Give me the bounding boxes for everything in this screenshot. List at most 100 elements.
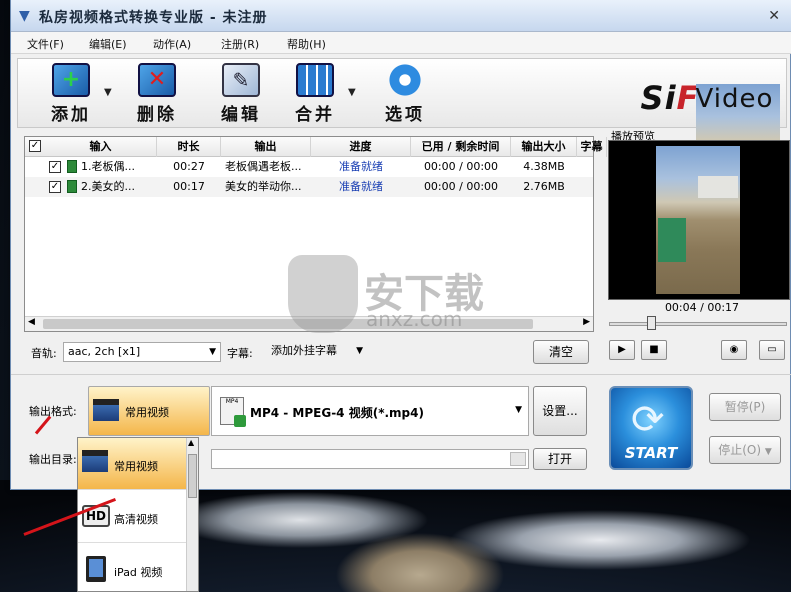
add-dropdown-icon[interactable]: ▼ [104,87,112,98]
row-checkbox[interactable]: ✓ [49,181,61,193]
row-duration: 00:17 [173,180,205,193]
add-button[interactable]: + 添加 [36,63,106,125]
chevron-down-icon: ▼ [515,405,522,415]
format-category-select[interactable]: 常用视频 ▼ [88,386,279,436]
shield-icon [288,255,358,333]
col-duration[interactable]: 时长 [157,137,221,157]
chevron-down-icon: ▼ [764,447,772,457]
playback-time: 00:04 / 00:17 [664,301,740,314]
col-time[interactable]: 已用 / 剩余时间 [411,137,511,157]
stop-preview-button[interactable]: ■ [641,340,667,360]
play-button[interactable]: ▶ [609,340,635,360]
edit-label: 编辑 [221,105,261,125]
select-all-checkbox[interactable]: ✓ [29,140,41,152]
output-dir-label: 输出目录: [29,453,77,466]
settings-button[interactable]: 设置... [533,386,587,436]
row-duration: 00:27 [173,160,205,173]
close-icon[interactable]: ✕ [768,8,780,24]
scroll-up-icon[interactable]: ▲ [188,438,194,447]
dropdown-scrollbar[interactable]: ▲ [186,438,198,591]
stop-icon: ■ [649,344,659,355]
film-icon [67,160,77,173]
add-film-icon: + [52,63,90,97]
title-bar: ▼ 私房视频格式转换专业版 - 未注册 ✕ [11,0,791,32]
row-size: 2.76MB [523,180,565,193]
film-icon [67,180,77,193]
menu-action[interactable]: 动作(A) [153,36,191,52]
row-output: 老板偶遇老板... [225,160,302,173]
window-mode-button[interactable]: ▭ [759,340,785,360]
row-output: 美女的举动你... [225,180,302,193]
col-progress[interactable]: 进度 [311,137,411,157]
watermark: 安下载 anxz.com [288,255,508,335]
row-checkbox[interactable]: ✓ [49,161,61,173]
app-logo-icon: ▼ [19,8,30,24]
app-window: ▼ 私房视频格式转换专业版 - 未注册 ✕ 文件(F) 编辑(E) 动作(A) … [10,0,791,490]
delete-film-icon: ✕ [138,63,176,97]
clapperboard-icon [82,450,108,472]
options-label: 选项 [385,105,425,125]
play-icon: ▶ [618,344,626,355]
divider [11,374,791,375]
output-dir-input[interactable] [211,449,529,469]
edit-button[interactable]: ✎ 编辑 [206,63,276,125]
ipad-icon [86,556,106,582]
row-status: 准备就绪 [339,180,383,193]
gear-icon [386,63,424,97]
chevron-down-icon: ▼ [209,347,216,357]
dropdown-scroll-thumb[interactable] [188,454,197,498]
table-row[interactable]: ✓ 1.老板偶... 00:27 老板偶遇老板... 准备就绪 00:00 / … [25,157,593,177]
merge-dropdown-icon[interactable]: ▼ [348,87,356,98]
merge-label: 合并 [295,105,335,125]
audio-track-select[interactable]: aac, 2ch [x1] ▼ [63,342,221,362]
subtitle-select[interactable]: 添加外挂字幕 ▼ [267,342,367,362]
open-button[interactable]: 打开 [533,448,587,470]
menu-file[interactable]: 文件(F) [27,36,64,52]
audio-label: 音轨: [31,347,57,360]
clapperboard-icon [93,399,119,421]
row-time: 00:00 / 00:00 [423,160,499,173]
snapshot-button[interactable]: ◉ [721,340,747,360]
row-time: 00:00 / 00:00 [423,180,499,193]
col-subtitle[interactable]: 字幕 [577,137,607,157]
seek-knob[interactable] [647,316,656,330]
stop-button[interactable]: 停止(O) ▼ [709,436,781,464]
menu-edit[interactable]: 编辑(E) [89,36,127,52]
col-output[interactable]: 输出 [221,137,311,157]
start-button[interactable]: ⟳ START [609,386,693,470]
seek-slider[interactable] [609,316,787,330]
mp4-file-icon: MP4 [220,397,246,427]
dropdown-item-common-video[interactable]: 常用视频 [78,438,188,490]
options-button[interactable]: 选项 [370,63,440,125]
preview-video [608,140,790,300]
pause-button[interactable]: 暂停(P) [709,393,781,421]
delete-button[interactable]: ✕ 删除 [122,63,192,125]
subtitle-label: 字幕: [227,347,253,360]
format-category-dropdown: 常用视频 HD 高清视频 iPad 视频 ▲ [77,437,199,592]
col-input[interactable]: 输入 [45,137,157,157]
dropdown-item-hd-video[interactable]: HD 高清视频 [78,491,188,543]
scroll-right-icon[interactable]: ▶ [583,317,590,327]
delete-label: 删除 [137,105,177,125]
table-row[interactable]: ✓ 2.美女的... 00:17 美女的举动你... 准备就绪 00:00 / … [25,177,593,197]
edit-pen-icon: ✎ [222,63,260,97]
format-label: 输出格式: [29,405,77,418]
menu-register[interactable]: 注册(R) [221,36,259,52]
add-label: 添加 [51,105,91,125]
video-frame [656,146,740,294]
format-select[interactable]: MP4 MP4 - MPEG-4 视频(*.mp4) ▼ [211,386,529,436]
browse-icon[interactable] [510,452,526,466]
camera-icon: ◉ [729,344,739,355]
convert-arrows-icon: ⟳ [631,397,665,443]
col-size[interactable]: 输出大小 [511,137,577,157]
brand-logo: SiFangVideo [641,79,780,232]
menu-bar: 文件(F) 编辑(E) 动作(A) 注册(R) 帮助(H) [11,32,791,54]
file-list-header: ✓ 输入 时长 输出 进度 已用 / 剩余时间 输出大小 字幕 [25,137,607,157]
row-size: 4.38MB [523,160,565,173]
clear-button[interactable]: 清空 [533,340,589,364]
dropdown-item-ipad-video[interactable]: iPad 视频 [78,544,188,591]
scroll-left-icon[interactable]: ◀ [28,317,35,327]
merge-button[interactable]: 合并 [280,63,350,125]
menu-help[interactable]: 帮助(H) [287,36,326,52]
window-icon: ▭ [767,344,777,355]
